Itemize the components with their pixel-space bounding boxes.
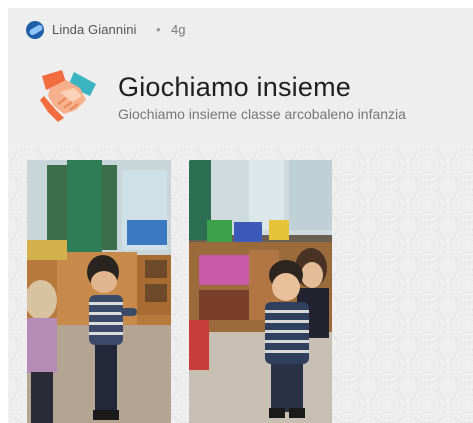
photo-gallery [8,146,473,423]
children-playing-photo-2[interactable] [189,160,332,423]
avatar[interactable] [26,21,44,39]
post-card: Linda Giannini • 4g Giochiamo insieme Gi… [8,8,473,423]
post-time[interactable]: 4g [171,22,185,37]
post-header: Linda Giannini • 4g [8,8,473,60]
separator-dot: • [156,22,161,37]
children-playing-photo-1[interactable] [27,160,171,423]
app-title[interactable]: Giochiamo insieme [118,72,351,103]
handshake-icon[interactable] [36,66,102,126]
author-name[interactable]: Linda Giannini [52,22,137,37]
app-subtitle: Giochiamo insieme classe arcobaleno infa… [118,106,406,122]
